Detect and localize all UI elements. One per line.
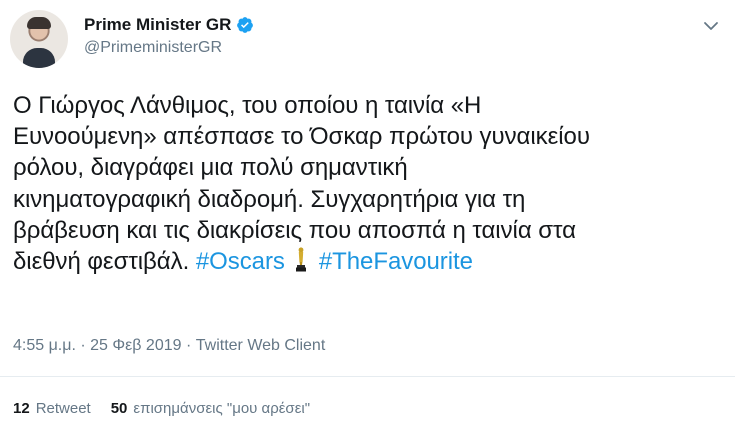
tweet-text: Ο Γιώργος Λάνθιμος, του οποίου η ταινία …	[13, 90, 725, 277]
tweet-header: Prime Minister GR @PrimeministerGR	[10, 10, 725, 72]
retweet-label: Retweet	[35, 400, 91, 417]
display-name[interactable]: Prime Minister GR	[84, 15, 231, 35]
avatar-suit	[23, 48, 55, 68]
author-info: Prime Minister GR @PrimeministerGR	[84, 13, 254, 57]
meta-separator: ·	[181, 337, 196, 354]
tweet-line: Ο Γιώργος Λάνθιμος, του οποίου η ταινία …	[13, 92, 482, 119]
tweet-stats: 12 Retweet 50 επισημάνσεις "μου αρέσει"	[13, 400, 310, 417]
tweet-line: βράβευση και τις διακρίσεις που αποσπά η…	[13, 216, 576, 244]
retweet-count: 12	[13, 400, 30, 417]
tweet-line: κινηματογραφική διαδρομή. Συγχαρητήρια γ…	[13, 185, 526, 213]
tweet-metadata: 4:55 μ.μ. · 25 Φεβ 2019 · Twitter Web Cl…	[13, 337, 325, 355]
like-label: επισημάνσεις "μου αρέσει"	[133, 400, 311, 417]
tweet-line: διεθνή φεστιβάλ.	[13, 248, 190, 276]
avatar[interactable]	[10, 10, 68, 68]
tweet-line: ρόλου, διαγράφει μια πολύ σημαντική	[13, 154, 408, 182]
hashtag-thefavourite[interactable]: #TheFavourite	[319, 248, 473, 275]
tweet-time[interactable]: 4:55 μ.μ.	[13, 337, 76, 354]
divider	[0, 376, 735, 377]
like-count: 50	[110, 400, 128, 417]
retweet-stat[interactable]: 12 Retweet	[13, 400, 91, 417]
verified-badge-icon	[237, 17, 254, 33]
tweet-client: Twitter Web Client	[195, 337, 326, 354]
meta-separator: ·	[75, 337, 91, 354]
like-stat[interactable]: 50 επισημάνσεις "μου αρέσει"	[111, 400, 310, 417]
tweet-date[interactable]: 25 Φεβ 2019	[90, 337, 181, 354]
tweet-line: Ευνοούμενη» απέσπασε το Όσκαρ πρώτου γυν…	[13, 123, 590, 151]
chevron-down-icon[interactable]	[701, 16, 721, 36]
tweet-last-line: διεθνή φεστιβάλ. #Oscars #TheFavourite	[13, 246, 725, 277]
trophy-icon	[295, 247, 306, 272]
name-row: Prime Minister GR	[84, 13, 254, 37]
avatar-hair	[27, 17, 51, 29]
user-handle[interactable]: @PrimeministerGR	[84, 39, 254, 57]
hashtag-oscars[interactable]: #Oscars	[196, 248, 285, 275]
